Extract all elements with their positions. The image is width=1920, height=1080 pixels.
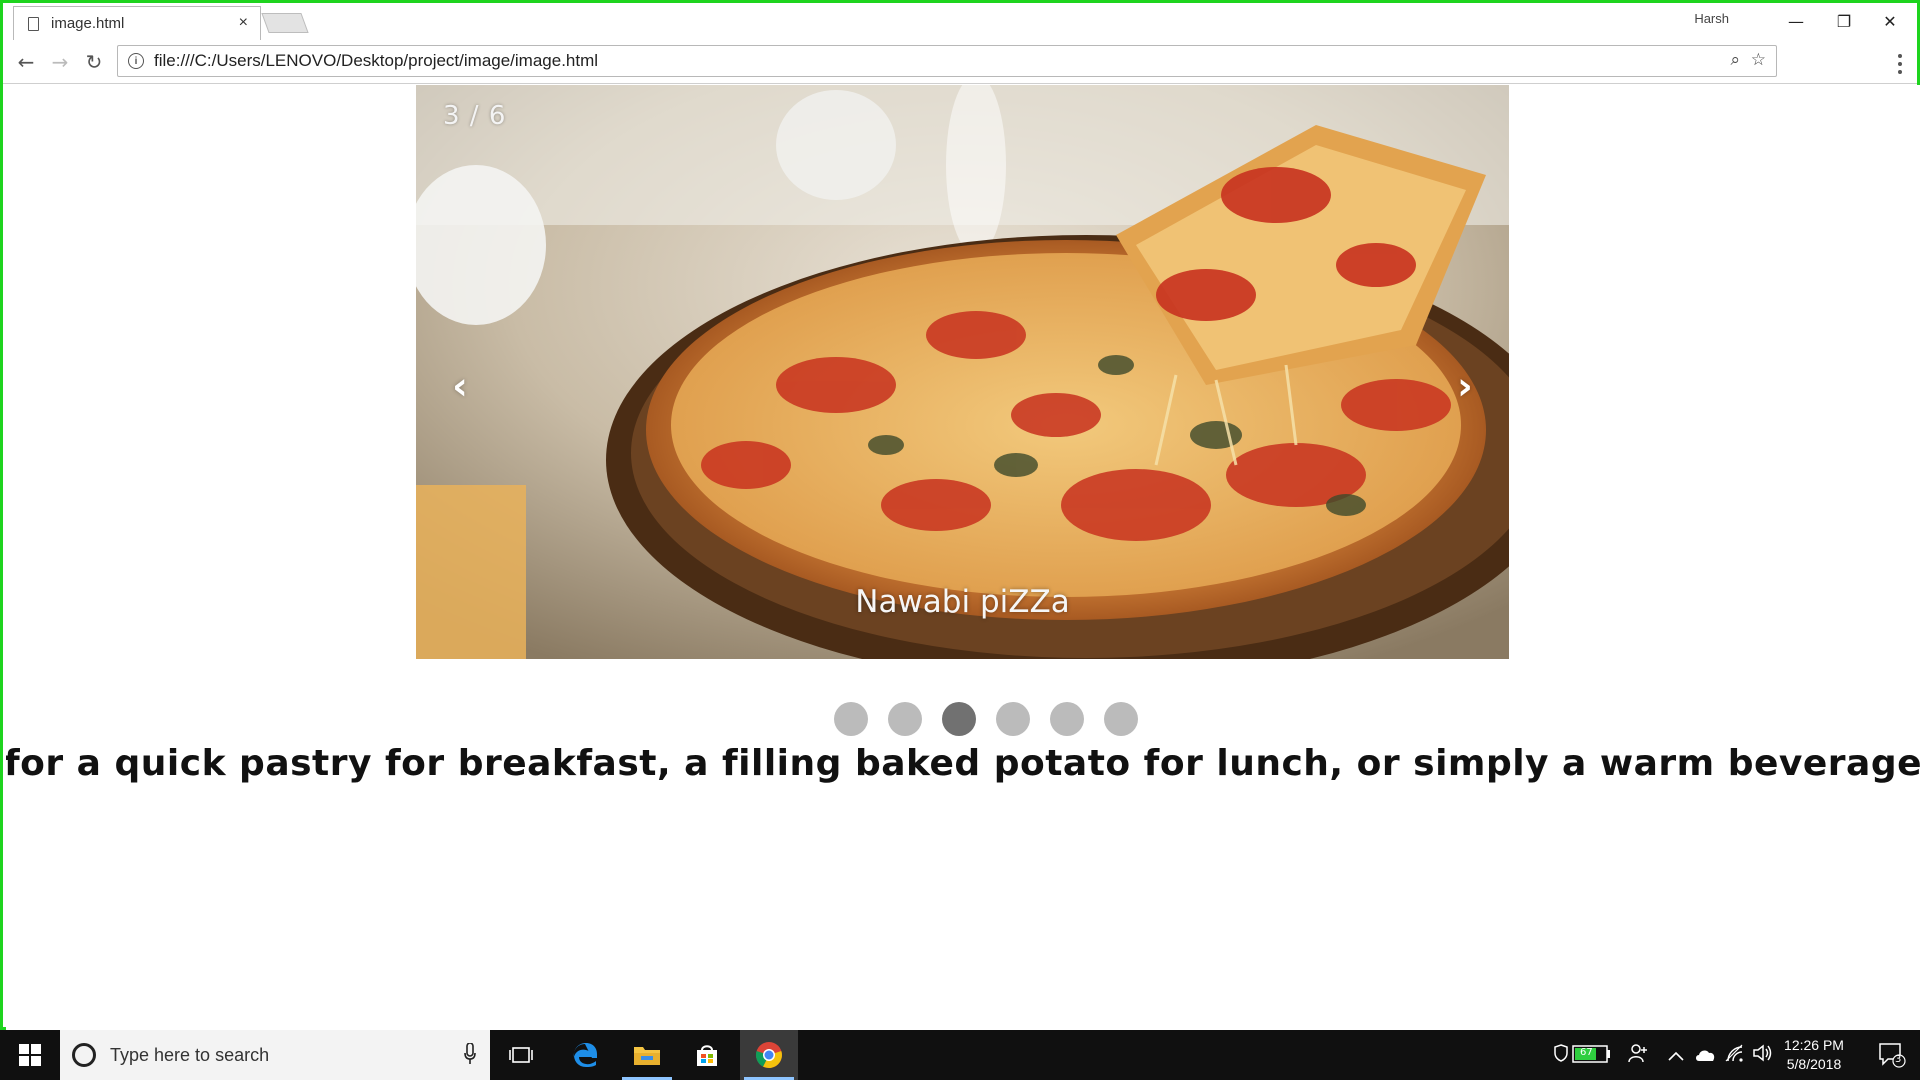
search-placeholder: Type here to search [110, 1044, 270, 1065]
slide-dot-6[interactable] [1104, 702, 1138, 736]
prev-slide-button[interactable]: ‹ [440, 361, 480, 411]
tab-close-icon[interactable]: × [239, 14, 248, 32]
system-clock[interactable]: 12:26 PM 5/8/2018 [1774, 1036, 1854, 1074]
slide-dot-4[interactable] [996, 702, 1030, 736]
close-window-button[interactable]: ✕ [1867, 7, 1913, 35]
task-view-icon[interactable] [492, 1030, 550, 1080]
new-tab-button[interactable] [261, 13, 309, 33]
slide-dot-5[interactable] [1050, 702, 1084, 736]
battery-icon[interactable]: 67 [1572, 1044, 1612, 1069]
slide-indicator-dots [6, 702, 1920, 736]
defender-shield-icon[interactable] [1554, 1044, 1568, 1067]
volume-icon[interactable] [1752, 1043, 1774, 1068]
chrome-icon[interactable] [740, 1030, 798, 1080]
slide-counter: 3 / 6 [443, 101, 507, 131]
windows-taskbar: Type here to search 67 12:26 PM 5/8/2018… [0, 1030, 1920, 1080]
slideshow: 3 / 6 ‹ › Nawabi piZZa [416, 85, 1509, 659]
back-icon[interactable]: ← [11, 48, 41, 76]
address-bar[interactable]: i file:///C:/Users/LENOVO/Desktop/projec… [117, 45, 1777, 77]
notification-count: 3 [1895, 1054, 1902, 1065]
clock-date: 5/8/2018 [1786, 1056, 1842, 1072]
windows-logo-icon [19, 1044, 41, 1066]
battery-percent: 67 [1580, 1047, 1593, 1058]
profile-name[interactable]: Harsh [1694, 11, 1729, 26]
page-viewport: 3 / 6 ‹ › Nawabi piZZa for a quick pastr… [6, 85, 1920, 1030]
next-slide-button[interactable]: › [1445, 361, 1485, 411]
zoom-icon[interactable]: ⌕ [1730, 50, 1740, 70]
document-icon [28, 16, 39, 31]
reload-icon[interactable]: ↻ [79, 48, 109, 76]
pizza-image [416, 85, 1509, 659]
taskbar-search-box[interactable]: Type here to search [60, 1030, 490, 1080]
info-icon[interactable]: i [128, 53, 144, 69]
tab-image-html[interactable]: image.html × [13, 6, 261, 40]
tab-strip: image.html × Harsh — ❐ ✕ [3, 3, 1917, 40]
browser-menu-icon[interactable] [1897, 54, 1903, 74]
edge-icon[interactable] [556, 1030, 614, 1080]
browser-toolbar: ← → ↻ i file:///C:/Users/LENOVO/Desktop/… [3, 40, 1917, 84]
microphone-icon[interactable] [464, 1043, 476, 1065]
action-center-icon[interactable]: 3 [1878, 1042, 1906, 1068]
store-icon[interactable] [678, 1030, 736, 1080]
start-button[interactable] [0, 1030, 60, 1080]
minimize-button[interactable]: — [1773, 7, 1819, 35]
clock-time: 12:26 PM [1784, 1037, 1844, 1053]
cortana-icon [72, 1043, 96, 1067]
slide-dot-2[interactable] [888, 702, 922, 736]
browser-window: image.html × Harsh — ❐ ✕ ← → ↻ i file://… [0, 0, 1920, 1030]
url-text[interactable]: file:///C:/Users/LENOVO/Desktop/project/… [154, 51, 598, 71]
scrolling-marquee-text: for a quick pastry for breakfast, a fill… [6, 743, 1920, 784]
tab-title: image.html [51, 15, 125, 32]
restore-button[interactable]: ❐ [1821, 7, 1867, 35]
onedrive-cloud-icon[interactable] [1694, 1047, 1716, 1067]
forward-icon[interactable]: → [45, 48, 75, 76]
bookmark-star-icon[interactable]: ☆ [1751, 50, 1766, 70]
people-icon[interactable] [1628, 1043, 1648, 1068]
wifi-icon[interactable] [1724, 1043, 1744, 1068]
slide-caption: Nawabi piZZa [855, 584, 1070, 620]
show-hidden-icons-chevron-icon[interactable] [1668, 1046, 1684, 1066]
slide-dot-1[interactable] [834, 702, 868, 736]
slide-dot-3[interactable] [942, 702, 976, 736]
file-explorer-icon[interactable] [618, 1030, 676, 1080]
